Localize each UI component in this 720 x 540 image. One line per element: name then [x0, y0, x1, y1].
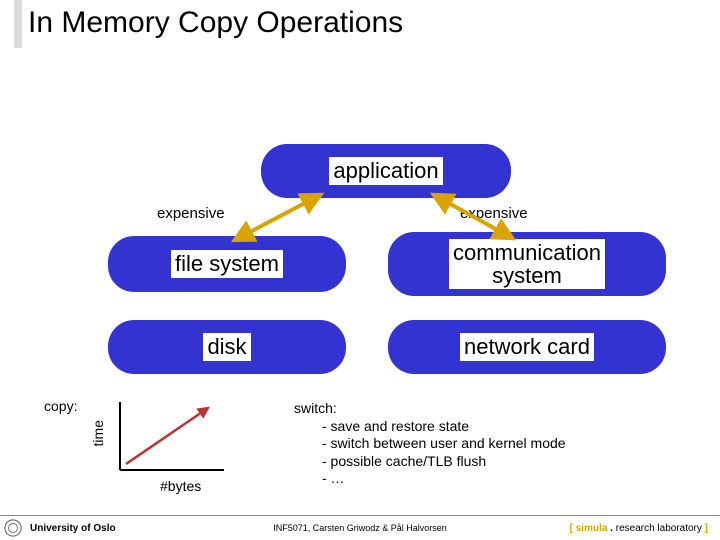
block-application: application — [261, 144, 511, 198]
footer-research-lab: research laboratory — [616, 523, 702, 534]
switch-line4: - … — [294, 470, 674, 488]
block-application-label: application — [329, 157, 442, 184]
title-accent-bar — [14, 0, 22, 48]
slide-title: In Memory Copy Operations — [28, 6, 403, 40]
block-disk: disk — [108, 320, 346, 374]
footer-simula-word: simula — [576, 523, 608, 534]
footer-bracket-close: ] — [702, 523, 708, 534]
block-file-system-label: file system — [171, 250, 283, 277]
arrow-app-filesystem — [235, 195, 320, 240]
switch-line3: - possible cache/TLB flush — [294, 453, 674, 471]
chart-x-axis-label: #bytes — [160, 478, 201, 494]
chart-y-axis-label: time — [90, 420, 106, 446]
switch-line1: - save and restore state — [294, 418, 674, 436]
copy-chart — [112, 398, 232, 478]
comm-line2: system — [492, 263, 562, 288]
comm-line1: communication — [453, 240, 601, 265]
footer-bar: University of Oslo INF5071, Carsten Griw… — [0, 515, 720, 540]
footer-dot: . — [607, 523, 615, 534]
switch-text: switch: - save and restore state - switc… — [294, 400, 674, 488]
chart-trend-line — [126, 408, 208, 464]
switch-line2: - switch between user and kernel mode — [294, 435, 674, 453]
block-communication-system: communication system — [388, 232, 666, 296]
slide-root: In Memory Copy Operations application ex… — [0, 0, 720, 540]
block-communication-system-label: communication system — [449, 239, 605, 289]
block-file-system: file system — [108, 236, 346, 292]
block-disk-label: disk — [203, 333, 250, 360]
switch-header: switch: — [294, 400, 337, 416]
label-expensive-left: expensive — [157, 205, 225, 222]
footer-simula: [ simula . research laboratory ] — [570, 523, 708, 534]
label-expensive-right: expensive — [460, 205, 528, 222]
label-copy: copy: — [44, 398, 77, 414]
block-network-card: network card — [388, 320, 666, 374]
block-network-card-label: network card — [460, 333, 594, 360]
